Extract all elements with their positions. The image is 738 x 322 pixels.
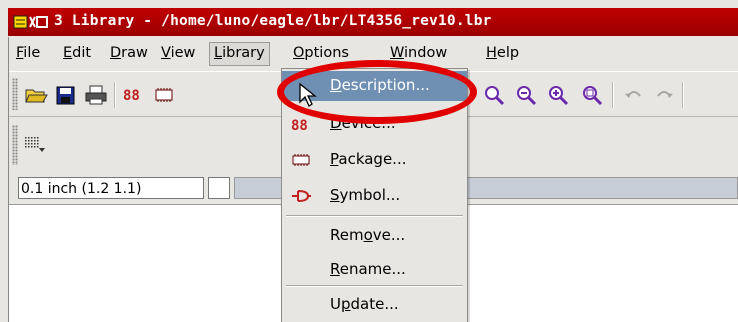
menu-draw[interactable]: Draw [106,43,152,65]
menu-item-rename[interactable]: Rename... [282,255,467,285]
device-icon[interactable]: 88 [122,84,146,106]
device-icon: 88 [291,118,308,132]
menu-item-label: Package... [330,150,407,168]
menu-item-label: Update... [330,295,399,313]
redo-icon[interactable] [652,84,676,106]
zoom-in-icon[interactable] [514,84,538,106]
menu-item-symbol[interactable]: Symbol... [282,181,467,211]
menu-separator [286,215,463,217]
menu-item-label: Rename... [330,260,406,278]
menu-item-label: Symbol... [330,186,401,204]
title-bar: 3 Library - /home/luno/eagle/lbr/LT4356_… [8,8,738,36]
window-border [8,37,9,322]
toolbar-separator [114,82,116,108]
zoom-fit-icon[interactable] [482,84,506,106]
coordinate-display: 0.1 inch (1.2 1.1) [18,177,204,199]
menu-item-update[interactable]: Update... [282,290,467,320]
toolbar-separator [612,82,614,108]
menu-help[interactable]: Help [482,43,523,65]
symbol-icon [292,190,311,202]
menu-file[interactable]: File [12,43,44,65]
grid-icon[interactable] [24,135,46,153]
save-disk-icon[interactable] [54,84,78,106]
menu-item-label: Remove... [330,226,406,244]
app-icon[interactable] [13,13,49,31]
open-folder-icon[interactable] [24,84,48,106]
menu-item-package[interactable]: Package... [282,145,467,175]
menu-library[interactable]: Library [209,42,270,66]
grid-field[interactable] [208,177,230,199]
undo-icon[interactable] [622,84,646,106]
menu-item-remove[interactable]: Remove... [282,221,467,251]
menu-separator [286,285,463,287]
toolbar-separator [682,82,684,108]
package-icon [292,154,310,166]
menu-view[interactable]: View [157,43,199,65]
eagle-library-window: 3 Library - /home/luno/eagle/lbr/LT4356_… [0,0,738,322]
menu-edit[interactable]: Edit [59,43,95,65]
toolbar-grip[interactable] [12,125,18,165]
svg-text:88: 88 [291,118,308,132]
mouse-cursor-icon [299,82,317,107]
window-title: 3 Library - /home/luno/eagle/lbr/LT4356_… [54,13,492,29]
zoom-select-icon[interactable] [580,84,604,106]
toolbar-grip[interactable] [12,78,18,110]
zoom-out-icon[interactable] [546,84,570,106]
print-icon[interactable] [84,84,108,106]
package-icon[interactable] [152,84,176,106]
svg-text:88: 88 [123,88,140,104]
